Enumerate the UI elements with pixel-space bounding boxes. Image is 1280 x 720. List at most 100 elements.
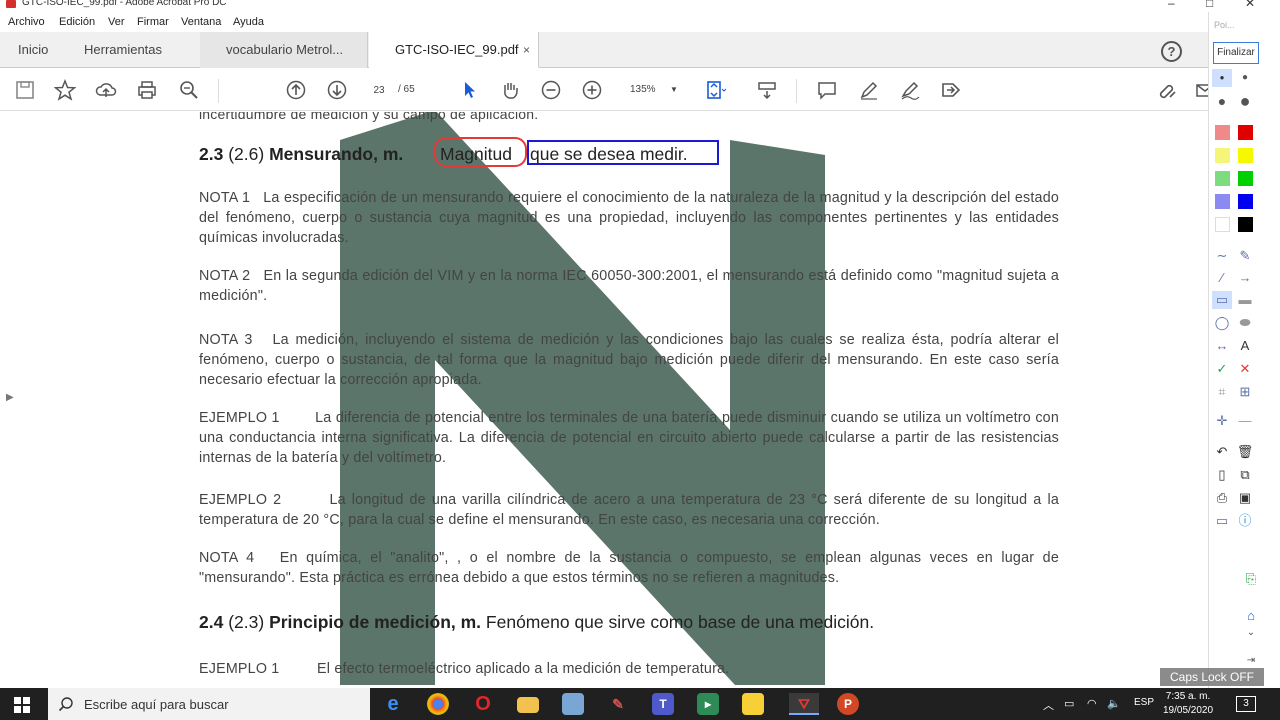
line-tool-icon[interactable]: ⁄	[1212, 269, 1232, 287]
zoom-box-tool-icon[interactable]: ⊞	[1235, 383, 1255, 401]
document-view[interactable]: ▶ incertidumbre de medición y su campo d…	[0, 112, 1208, 686]
save-panel-icon[interactable]: ▣	[1235, 489, 1255, 507]
new-page-icon[interactable]: ▯	[1212, 466, 1232, 484]
pen-highlight-icon[interactable]	[856, 77, 882, 103]
upload-cloud-icon[interactable]	[93, 77, 119, 103]
color-swatch-green[interactable]	[1238, 171, 1253, 186]
opera-app-icon[interactable]: O	[472, 693, 494, 715]
scroll-mode-icon[interactable]	[754, 77, 780, 103]
next-page-icon[interactable]	[324, 77, 350, 103]
expand-tool-icon[interactable]: ✛	[1212, 412, 1232, 430]
cross-tool-icon[interactable]: ✕	[1235, 360, 1255, 378]
dot-small-tool[interactable]: ●	[1212, 69, 1232, 87]
copy-icon[interactable]: ⧉	[1235, 466, 1255, 484]
save-icon[interactable]	[12, 77, 38, 103]
highlighter-tool-icon[interactable]: ✎	[1235, 247, 1255, 265]
expand-panel-icon[interactable]: ▶	[6, 392, 14, 403]
color-swatch-light-yellow[interactable]	[1215, 148, 1230, 163]
dot-xlarge-tool[interactable]: ●	[1235, 92, 1255, 110]
system-clock[interactable]: 7:35 a. m. 19/05/2020	[1163, 690, 1213, 718]
check-tool-icon[interactable]: ✓	[1212, 360, 1232, 378]
undo-icon[interactable]: ↶	[1212, 443, 1232, 461]
fit-page-icon[interactable]	[702, 77, 728, 103]
zoom-level-select[interactable]: 135% ▼	[622, 80, 682, 100]
tab-gtc-iso[interactable]: GTC-ISO-IEC_99.pdf ×	[369, 32, 539, 68]
color-swatch-yellow[interactable]	[1238, 148, 1253, 163]
windows-start-icon[interactable]	[14, 697, 30, 713]
language-indicator[interactable]: ESP	[1134, 697, 1154, 708]
sign-icon[interactable]	[897, 77, 923, 103]
page-number-input[interactable]: 23	[363, 80, 395, 100]
select-cursor-icon[interactable]	[456, 77, 482, 103]
minimize-button[interactable]: –	[1168, 0, 1175, 10]
chevron-down-panel-icon[interactable]: ⌄	[1241, 624, 1261, 642]
color-swatch-light-green[interactable]	[1215, 171, 1230, 186]
comment-icon[interactable]	[814, 77, 840, 103]
terminal-app-icon[interactable]: ▸	[697, 693, 719, 715]
search-zoom-icon[interactable]	[176, 77, 202, 103]
share-tag-icon[interactable]	[938, 77, 964, 103]
arrow-tool-icon[interactable]: →	[1235, 269, 1255, 287]
menu-ventana[interactable]: Ventana	[181, 16, 221, 28]
screen-icon[interactable]: ▭	[1212, 512, 1232, 530]
color-swatch-light-red[interactable]	[1215, 125, 1230, 140]
tab-vocabulario[interactable]: vocabulario Metrol...	[200, 32, 368, 68]
trash-icon[interactable]: 🗑	[1235, 443, 1255, 461]
powerpoint-app-icon[interactable]: P	[837, 693, 859, 715]
color-swatch-white[interactable]	[1215, 217, 1230, 232]
zoom-out-icon[interactable]	[538, 77, 564, 103]
crop-tool-icon[interactable]: ⌗	[1212, 383, 1232, 401]
print-panel-icon[interactable]: ⎙	[1212, 489, 1232, 507]
info-icon[interactable]: ⓘ	[1235, 512, 1255, 530]
freehand-tool-icon[interactable]: ∼	[1212, 247, 1232, 265]
file-explorer-icon[interactable]	[517, 697, 539, 713]
collapse-tool-icon[interactable]: —	[1235, 412, 1255, 430]
dot-large-tool[interactable]: ●	[1212, 92, 1232, 110]
edge-app-icon[interactable]: e	[382, 693, 404, 715]
menu-edicion[interactable]: Edición	[59, 16, 95, 28]
dot-medium-tool[interactable]: ●	[1235, 69, 1255, 87]
zoom-in-icon[interactable]	[579, 77, 605, 103]
color-swatch-blue[interactable]	[1238, 194, 1253, 209]
maximize-button[interactable]: □	[1206, 0, 1213, 10]
show-hidden-icons[interactable]: ︿	[1043, 697, 1054, 713]
blue-annotation-box[interactable]	[527, 140, 719, 165]
ellipse-tool-icon[interactable]: ◯	[1212, 314, 1232, 332]
photos-app-icon[interactable]	[562, 693, 584, 715]
volume-icon[interactable]: 🔈	[1107, 697, 1121, 710]
red-annotation-box[interactable]	[434, 137, 527, 167]
chrome-app-icon[interactable]	[427, 693, 449, 715]
taskbar-search-box[interactable]: Escribe aquí para buscar	[48, 688, 370, 720]
notification-center-icon[interactable]: 3	[1236, 696, 1256, 712]
tab-inicio[interactable]: Inicio	[18, 32, 48, 68]
rectangle-tool-icon[interactable]: ▭	[1212, 291, 1232, 309]
battery-icon[interactable]: ▭	[1064, 697, 1074, 710]
hand-tool-icon[interactable]	[497, 77, 523, 103]
finish-button[interactable]: Finalizar	[1213, 42, 1259, 64]
color-swatch-red[interactable]	[1238, 125, 1253, 140]
acrobat-taskbar-icon[interactable]: ⛛	[789, 693, 819, 715]
paint-app-icon[interactable]: ✎	[607, 693, 629, 715]
print-icon[interactable]	[134, 77, 160, 103]
tab-close-icon[interactable]: ×	[523, 32, 530, 68]
menu-ver[interactable]: Ver	[108, 16, 125, 28]
tab-herramientas[interactable]: Herramientas	[84, 32, 162, 68]
color-swatch-light-blue[interactable]	[1215, 194, 1230, 209]
share-panel-icon[interactable]: ⌂	[1241, 607, 1261, 625]
close-window-button[interactable]: ✕	[1245, 0, 1255, 10]
text-tool-icon[interactable]: A	[1235, 337, 1255, 355]
help-icon[interactable]: ?	[1161, 41, 1182, 62]
teams-app-icon[interactable]: T	[652, 693, 674, 715]
color-swatch-black[interactable]	[1238, 217, 1253, 232]
menu-firmar[interactable]: Firmar	[137, 16, 169, 28]
bookmark-star-icon[interactable]	[52, 77, 78, 103]
wifi-icon[interactable]: ◠	[1087, 697, 1097, 710]
menu-ayuda[interactable]: Ayuda	[233, 16, 264, 28]
double-arrow-tool-icon[interactable]: ↔	[1212, 337, 1232, 355]
export-green-icon[interactable]: ⎘	[1241, 570, 1261, 588]
filled-rectangle-tool-icon[interactable]: ▬	[1235, 291, 1255, 309]
link-edit-icon[interactable]	[1154, 77, 1180, 103]
filled-ellipse-tool-icon[interactable]: ⬬	[1235, 314, 1255, 332]
menu-archivo[interactable]: Archivo	[8, 16, 45, 28]
sticky-notes-icon[interactable]	[742, 693, 764, 715]
